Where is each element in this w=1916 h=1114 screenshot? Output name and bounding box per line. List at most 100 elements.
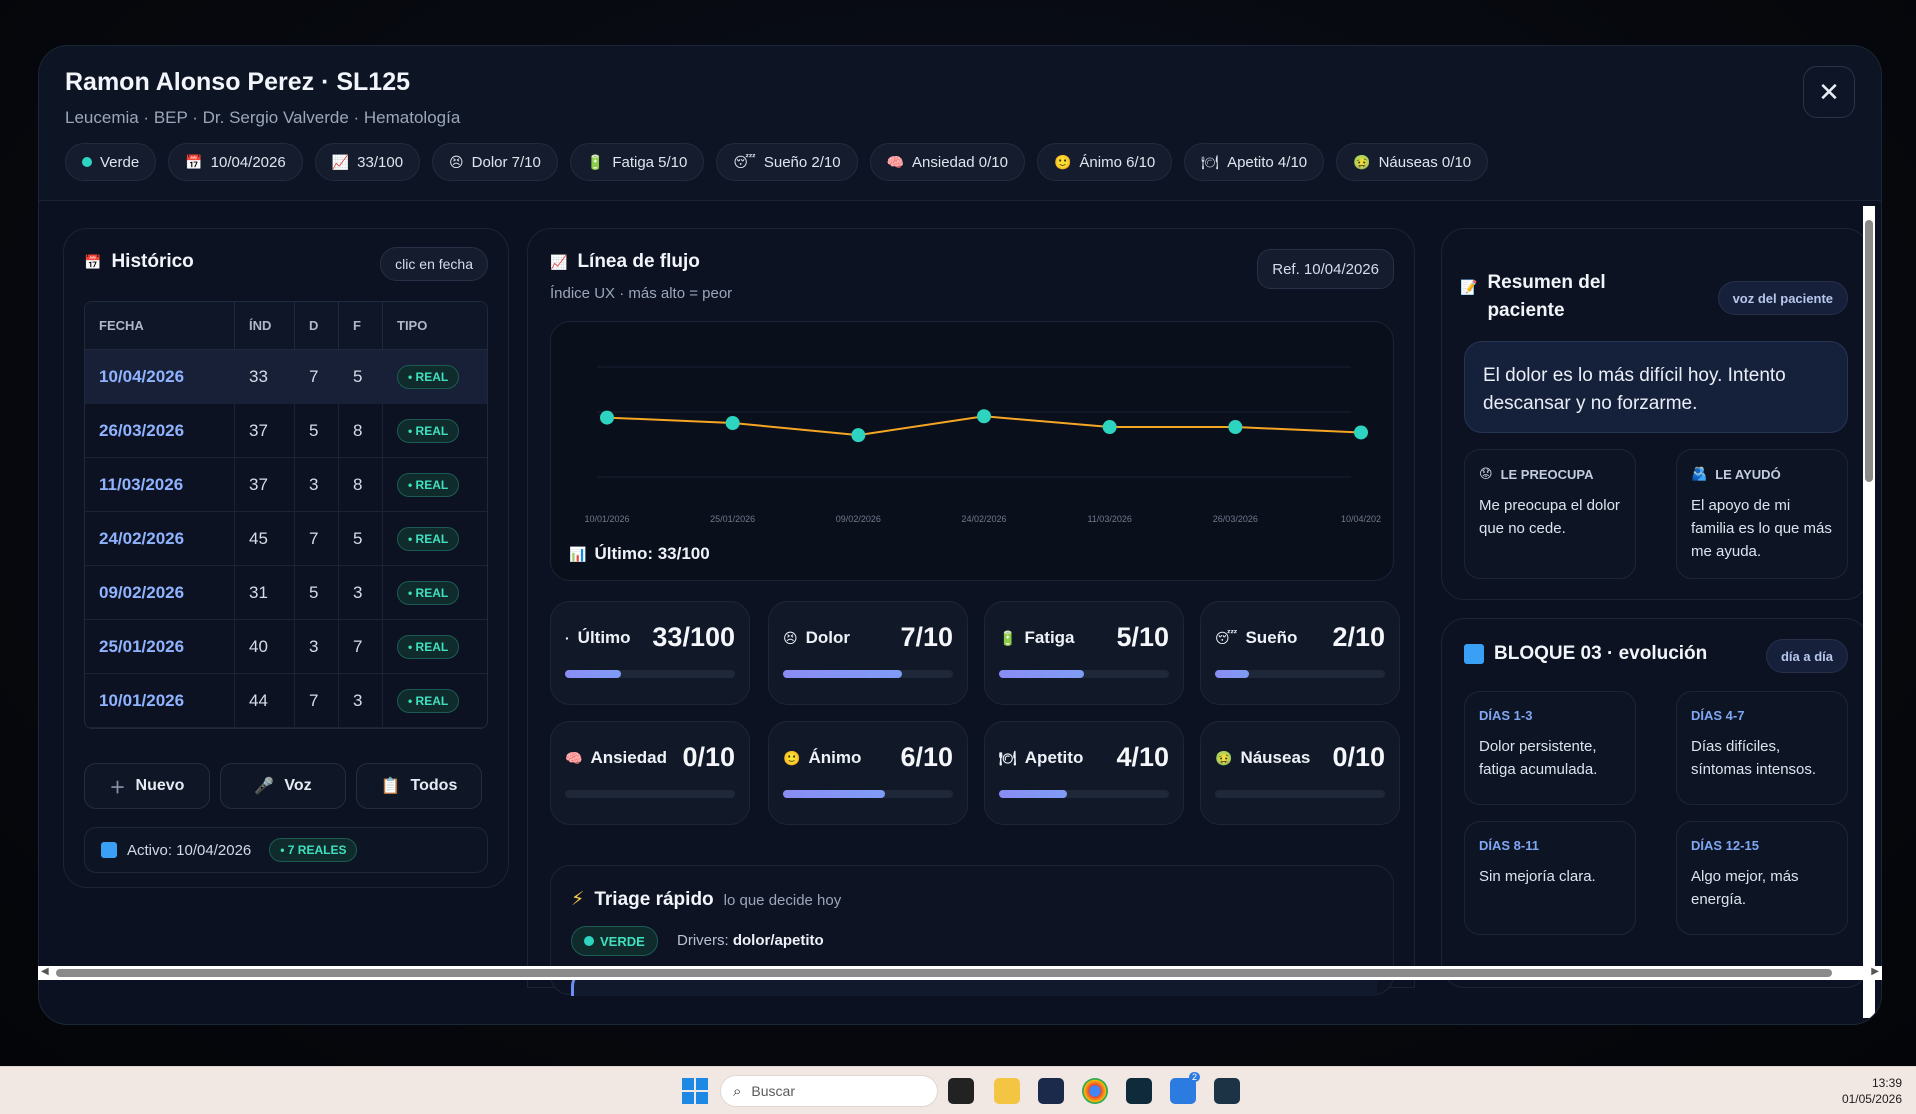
horizontal-scrollbar[interactable]: ◀ ▶ <box>38 966 1882 980</box>
modal-header: Ramon Alonso Perez · SL125 Leucemia · BE… <box>39 46 1881 201</box>
metric-value: 7/10 <box>900 622 953 652</box>
chart-point[interactable] <box>977 409 991 424</box>
chip-apetito: 🍽 Apetito 4/10 <box>1184 143 1325 181</box>
table-row[interactable]: 10/04/2026 33 7 5 • REAL <box>85 350 487 404</box>
app-remote-icon[interactable]: 2 <box>1170 1072 1200 1104</box>
metric-name: Fatiga <box>1024 628 1075 647</box>
x-tick-label: 24/02/2026 <box>961 514 1006 524</box>
row-tipo: • REAL <box>383 404 487 458</box>
taskbar-clock[interactable]: 13:39 01/05/2026 <box>1842 1075 1902 1107</box>
row-date[interactable]: 26/03/2026 <box>85 404 235 458</box>
x-tick-label: 10/01/2026 <box>584 514 629 524</box>
todos-button[interactable]: 📋 Todos <box>356 763 482 809</box>
col-d: D <box>295 302 339 350</box>
row-date[interactable]: 11/03/2026 <box>85 458 235 512</box>
preocupa-card: 😟 LE PREOCUPA Me preocupa el dolor que no… <box>1464 449 1636 579</box>
task-view-icon[interactable] <box>948 1078 974 1104</box>
chip-fatiga: 🔋 Fatiga 5/10 <box>569 143 705 181</box>
windows-start-icon[interactable] <box>682 1078 708 1104</box>
row-fatiga: 3 <box>339 674 383 728</box>
close-button[interactable]: ✕ <box>1803 66 1855 118</box>
metric-value: 0/10 <box>1332 742 1385 772</box>
chip-verde: Verde <box>65 143 157 181</box>
metric-bar <box>999 670 1169 678</box>
metric-card: · Último 33/100 <box>550 601 750 705</box>
real-badge: • REAL <box>397 580 460 605</box>
chrome-icon[interactable] <box>1082 1078 1108 1104</box>
metric-name: Apetito <box>1024 748 1084 767</box>
app-butterfly-icon[interactable] <box>1126 1078 1152 1104</box>
evolution-card: DÍAS 12-15 Algo mejor, más energía. <box>1676 821 1848 935</box>
scrollbar-thumb[interactable] <box>56 969 1832 977</box>
table-row[interactable]: 10/01/2026 44 7 3 • REAL <box>85 674 487 728</box>
row-date[interactable]: 25/01/2026 <box>85 620 235 674</box>
bloque-panel: BLOQUE 03 · evolución día a día DÍAS 1-3… <box>1441 618 1869 988</box>
lightning-icon: ⚡ <box>571 889 585 910</box>
modal-content: 📅 Histórico clic en fecha FECHA ÍND D F … <box>39 202 1881 996</box>
chart-point[interactable] <box>725 416 740 430</box>
row-date[interactable]: 24/02/2026 <box>85 512 235 566</box>
table-row[interactable]: 26/03/2026 37 5 8 • REAL <box>85 404 487 458</box>
metric-name: Sueño <box>1245 628 1298 647</box>
scrollbar-thumb[interactable] <box>1865 220 1873 482</box>
table-row[interactable]: 09/02/2026 31 5 3 • REAL <box>85 566 487 620</box>
metric-card: 🙂 Ánimo 6/10 <box>768 721 968 825</box>
row-date[interactable]: 09/02/2026 <box>85 566 235 620</box>
nuevo-button[interactable]: ＋ Nuevo <box>84 763 210 809</box>
metric-bar-fill <box>783 670 902 678</box>
row-date[interactable]: 10/01/2026 <box>85 674 235 728</box>
chart-point[interactable] <box>1102 420 1117 435</box>
chart-point[interactable] <box>851 428 866 443</box>
day-by-day-tag: día a día <box>1765 639 1848 673</box>
chart-point[interactable] <box>1354 425 1368 440</box>
row-dolor: 7 <box>295 674 339 728</box>
row-tipo: • REAL <box>383 566 487 620</box>
row-tipo: • REAL <box>383 458 487 512</box>
evolution-card: DÍAS 1-3 Dolor persistente, fatiga acumu… <box>1464 691 1636 805</box>
metric-bar <box>1215 790 1385 798</box>
app-a-icon[interactable] <box>1038 1078 1064 1104</box>
x-tick-label: 25/01/2026 <box>710 514 755 524</box>
flujo-chart-svg: 10/01/2026 25/01/2026 09/02/2026 24/02/2026… <box>584 366 1381 524</box>
app-terminal-icon[interactable] <box>1214 1078 1240 1104</box>
vertical-scrollbar[interactable] <box>1863 206 1875 1018</box>
pain-face-icon: 😣 <box>783 629 798 646</box>
row-dolor: 5 <box>295 566 339 620</box>
row-fatiga: 8 <box>339 458 383 512</box>
chip-date: 📅 10/04/2026 <box>168 143 303 181</box>
row-index: 31 <box>235 566 295 620</box>
row-fatiga: 7 <box>339 620 383 674</box>
row-fatiga: 5 <box>339 350 383 404</box>
chip-sueno: 😴 Sueño 2/10 <box>716 143 858 181</box>
dot-icon: · <box>565 630 570 646</box>
green-dot-icon <box>82 157 92 167</box>
scroll-right-arrow-icon[interactable]: ▶ <box>1871 966 1879 977</box>
row-index: 37 <box>235 458 295 512</box>
table-row[interactable]: 11/03/2026 37 3 8 • REAL <box>85 458 487 512</box>
metric-bar-fill <box>565 670 622 678</box>
col-tipo: TIPO <box>383 302 487 350</box>
voz-button[interactable]: 🎤 Voz <box>220 763 346 809</box>
nausea-face-icon: 🤢 <box>1215 749 1233 766</box>
metric-value: 33/100 <box>652 622 735 652</box>
taskbar-search[interactable]: ⌕ Buscar <box>720 1075 938 1107</box>
metric-card: 🧠 Ansiedad 0/10 <box>550 721 750 825</box>
row-tipo: • REAL <box>383 674 487 728</box>
chart-point[interactable] <box>600 410 614 425</box>
row-tipo: • REAL <box>383 350 487 404</box>
metric-name: Dolor <box>805 628 850 647</box>
chart-up-icon: 📈 <box>550 253 568 270</box>
scroll-left-arrow-icon[interactable]: ◀ <box>41 966 49 977</box>
evolution-card: DÍAS 4-7 Días difíciles, síntomas intens… <box>1676 691 1848 805</box>
row-date[interactable]: 10/04/2026 <box>85 350 235 404</box>
file-explorer-icon[interactable] <box>994 1078 1020 1104</box>
real-badge: • REAL <box>397 364 460 389</box>
metric-name: Ánimo <box>808 748 862 767</box>
metric-bar <box>783 670 953 678</box>
triage-status-badge: VERDE <box>571 926 658 956</box>
calendar-icon: 📅 <box>84 253 102 270</box>
table-row[interactable]: 25/01/2026 40 3 7 • REAL <box>85 620 487 674</box>
chart-point[interactable] <box>1228 420 1243 435</box>
table-row[interactable]: 24/02/2026 45 7 5 • REAL <box>85 512 487 566</box>
patient-quote: El dolor es lo más difícil hoy. Intento … <box>1464 341 1848 433</box>
